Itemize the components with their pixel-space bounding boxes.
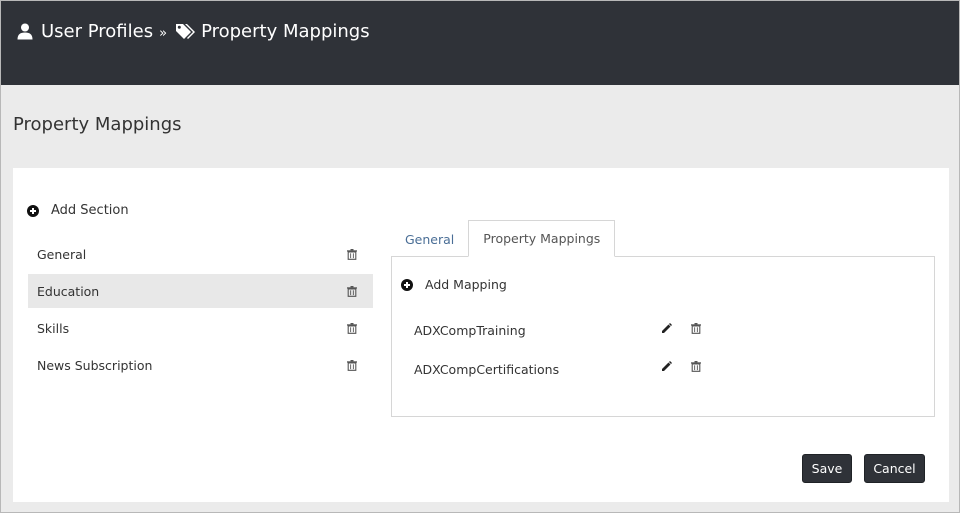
cancel-button[interactable]: Cancel	[864, 454, 925, 483]
app-header: User Profiles » Property Mappings	[1, 1, 959, 85]
mapping-label: ADXCompCertifications	[414, 362, 560, 377]
section-item-skills[interactable]: Skills	[28, 311, 373, 345]
add-section-label: Add Section	[51, 203, 129, 218]
mapping-actions	[661, 361, 701, 372]
add-section-button[interactable]: Add Section	[27, 203, 129, 218]
user-icon	[17, 23, 35, 41]
trash-icon[interactable]	[691, 323, 701, 334]
tags-icon	[175, 23, 196, 41]
section-item-label: Skills	[37, 320, 70, 336]
breadcrumb-property-mappings: Property Mappings	[201, 21, 370, 42]
plus-circle-icon	[401, 278, 413, 291]
page-title: Property Mappings	[13, 114, 182, 135]
section-item-label: News Subscription	[37, 357, 153, 373]
plus-circle-icon	[27, 204, 39, 217]
tab-content: Add Mapping ADXCompTraining ADXCompCerti…	[391, 256, 935, 417]
tab-bar: General Property Mappings	[391, 220, 616, 257]
mapping-actions	[661, 323, 701, 334]
content-panel: Add Section General Education Skills New…	[13, 168, 949, 502]
section-item-label: Education	[37, 283, 100, 299]
pencil-icon[interactable]	[661, 323, 672, 334]
tab-property-mappings[interactable]: Property Mappings	[468, 220, 616, 257]
pencil-icon[interactable]	[661, 361, 672, 372]
trash-icon[interactable]	[347, 322, 357, 334]
add-mapping-label: Add Mapping	[425, 277, 507, 292]
tab-general[interactable]: General	[391, 221, 468, 257]
mapping-label: ADXCompTraining	[414, 323, 526, 338]
trash-icon[interactable]	[691, 361, 701, 372]
breadcrumb: User Profiles » Property Mappings	[17, 21, 370, 42]
save-button[interactable]: Save	[802, 454, 852, 483]
section-list: General Education Skills News Subscripti…	[28, 237, 373, 385]
trash-icon[interactable]	[347, 248, 357, 260]
section-item-general[interactable]: General	[28, 237, 373, 271]
trash-icon[interactable]	[347, 285, 357, 297]
section-item-education[interactable]: Education	[28, 274, 373, 308]
add-mapping-button[interactable]: Add Mapping	[401, 277, 507, 292]
section-item-news-subscription[interactable]: News Subscription	[28, 348, 373, 382]
breadcrumb-user-profiles[interactable]: User Profiles	[41, 21, 153, 42]
breadcrumb-separator: »	[159, 26, 168, 41]
section-item-label: General	[37, 246, 87, 262]
trash-icon[interactable]	[347, 359, 357, 371]
